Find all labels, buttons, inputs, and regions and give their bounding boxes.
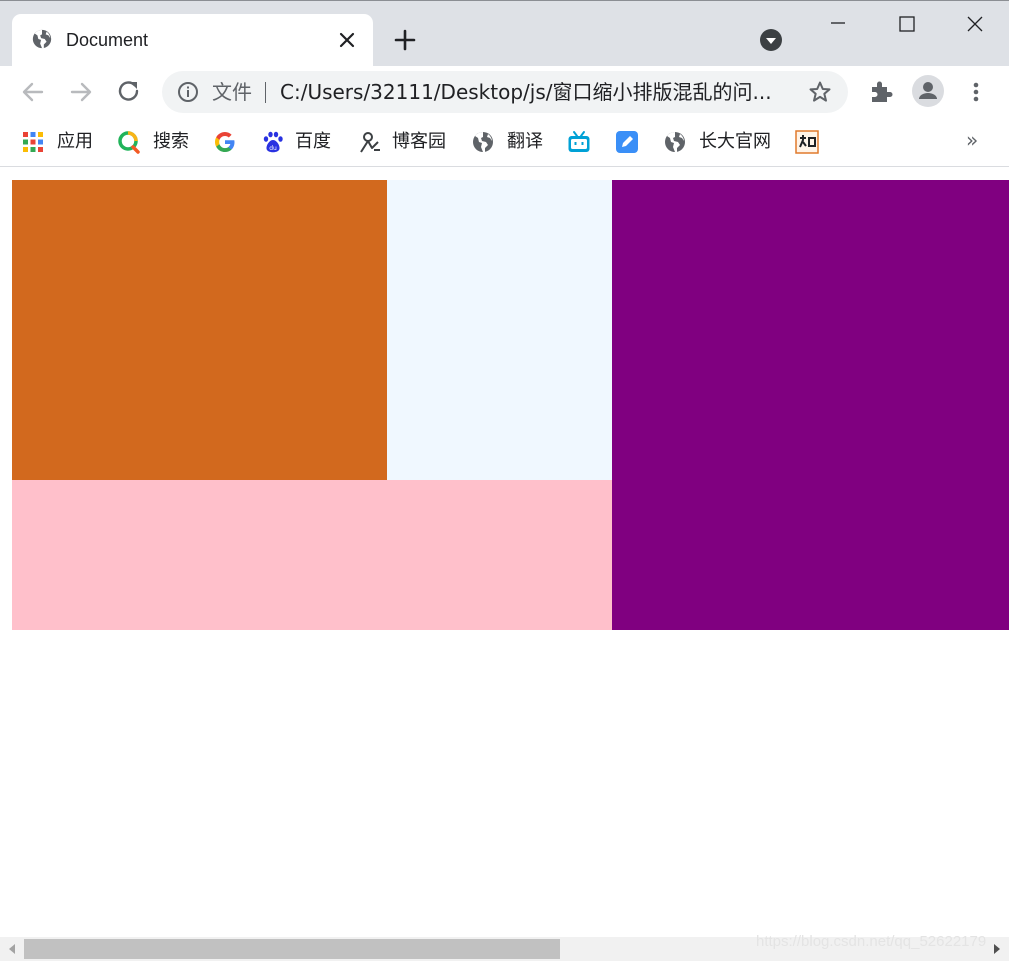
bookmark-star-icon[interactable]: [808, 80, 832, 104]
bookmark-label: 博客园: [392, 131, 446, 152]
minimize-icon[interactable]: [804, 1, 872, 47]
back-arrow-icon[interactable]: [19, 78, 47, 106]
bookmarks-bar: 应用 搜索 du 百度 博客园 翻译 长大官网 »: [0, 118, 1009, 167]
tab-document[interactable]: Document: [12, 14, 373, 67]
tab-title: Document: [66, 30, 149, 50]
bookmark-university[interactable]: 长大官网: [663, 128, 779, 156]
close-tab-icon[interactable]: [338, 31, 356, 49]
bookmark-label: 百度: [295, 131, 331, 152]
svg-text:du: du: [269, 145, 277, 152]
bookmark-google[interactable]: [213, 128, 239, 156]
bookmark-blue-note[interactable]: [615, 128, 641, 156]
cnblogs-icon: [360, 132, 380, 153]
bookmark-label: 应用: [57, 131, 93, 152]
bookmark-apps[interactable]: 应用: [21, 128, 101, 156]
kebab-menu-icon[interactable]: [964, 78, 988, 106]
bookmark-baidu[interactable]: du 百度: [261, 128, 341, 156]
bookmarks-overflow-button[interactable]: »: [966, 126, 978, 154]
orange-box: [12, 180, 387, 480]
tab-search-icon[interactable]: [759, 28, 783, 52]
baidu-paw-icon: du: [263, 131, 283, 153]
bookmark-zhi[interactable]: [795, 128, 821, 156]
zhi-icon: [795, 130, 819, 154]
globe-icon: [473, 132, 493, 153]
scheme-label: 文件: [212, 80, 252, 104]
bilibili-icon: [568, 131, 590, 152]
bookmark-label: 翻译: [507, 131, 543, 152]
blue-note-icon: [616, 131, 638, 153]
url-text[interactable]: C:/Users/32111/Desktop/js/窗口缩小排版混乱的问...: [280, 80, 792, 104]
lightblue-box: [387, 180, 612, 480]
profile-avatar[interactable]: [912, 75, 944, 107]
toolbar: 文件 C:/Users/32111/Desktop/js/窗口缩小排版混乱的问.…: [0, 66, 1009, 118]
page-content: [0, 167, 1009, 937]
person-icon: [919, 82, 937, 99]
apps-grid-icon: [23, 132, 43, 152]
bookmark-search[interactable]: 搜索: [117, 128, 197, 156]
globe-icon: [665, 132, 685, 153]
new-tab-icon[interactable]: [393, 28, 417, 52]
info-icon[interactable]: [177, 81, 199, 103]
address-bar[interactable]: 文件 C:/Users/32111/Desktop/js/窗口缩小排版混乱的问.…: [162, 71, 848, 113]
reload-icon[interactable]: [115, 78, 143, 106]
extensions-puzzle-icon[interactable]: [868, 78, 894, 104]
bookmark-bilibili[interactable]: [567, 128, 593, 156]
pink-box: [12, 480, 612, 630]
maximize-icon[interactable]: [873, 1, 941, 47]
globe-icon: [32, 29, 52, 49]
watermark: https://blog.csdn.net/qq_52622179: [756, 933, 987, 950]
scrollbar-thumb[interactable]: [24, 939, 560, 959]
bookmark-label: 搜索: [153, 131, 189, 152]
tab-strip: Document: [0, 0, 1009, 67]
bookmark-cnblogs[interactable]: 博客园: [358, 128, 452, 156]
search-o-icon: [118, 131, 140, 154]
window-close-icon[interactable]: [941, 1, 1009, 47]
google-icon: [215, 132, 235, 152]
scroll-right-arrow-icon[interactable]: [985, 937, 1009, 961]
bookmark-translate[interactable]: 翻译: [471, 128, 551, 156]
forward-arrow-icon[interactable]: [67, 78, 95, 106]
bookmark-label: 长大官网: [699, 131, 771, 152]
purple-box: [612, 180, 1009, 630]
scroll-left-arrow-icon[interactable]: [0, 937, 24, 961]
omnibox-divider: [265, 82, 266, 103]
